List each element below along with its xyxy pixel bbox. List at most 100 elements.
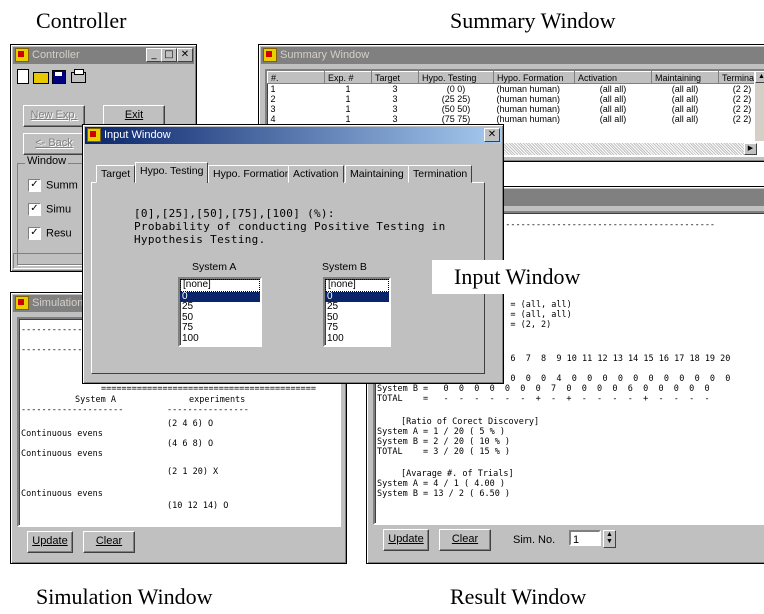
tab-maintaining[interactable]: Maintaining (345, 165, 409, 183)
list-item[interactable]: 25 (325, 301, 389, 313)
cell: (0 0) (446, 84, 466, 94)
col-header[interactable]: Maintaining (651, 71, 719, 84)
summary-titlebar: Summary Window (261, 47, 764, 64)
ratio-b: System B = 2 / 20 ( 10 % ) (377, 437, 511, 447)
sim-line: Continuous evens (21, 489, 103, 499)
tab-target[interactable]: Target (96, 165, 136, 183)
cell: (all all) (599, 114, 627, 124)
ratio-total: TOTAL = 3 / 20 ( 15 % ) (377, 447, 511, 457)
checkbox-summary[interactable]: ✓ Summ (28, 179, 78, 192)
cell: (all all) (599, 84, 627, 94)
col-header[interactable]: Hypo. Formation (493, 71, 575, 84)
sim-update-button[interactable]: Update (27, 531, 73, 553)
summary-vscrollbar[interactable]: ▲ (754, 71, 764, 141)
cell: 2 (270, 94, 276, 104)
cell: (all all) (671, 104, 699, 114)
avg-title: [Avarage #. of Trials] (401, 469, 514, 479)
cell: 3 (392, 84, 398, 94)
list-item[interactable]: [none] (180, 279, 260, 292)
list-item[interactable]: 25 (180, 301, 260, 313)
cell: 1 (270, 84, 276, 94)
sim-line: (4 6 8) O (167, 439, 214, 449)
col-header[interactable]: Exp. # (324, 71, 372, 84)
system-b-label: System B (322, 261, 367, 273)
minimize-button[interactable]: _ (146, 48, 162, 62)
cell: (all all) (671, 84, 699, 94)
app-icon (87, 128, 101, 143)
open-folder-icon[interactable] (33, 72, 49, 84)
tab-activation[interactable]: Activation (288, 165, 344, 183)
cell: (25 25) (441, 94, 471, 104)
list-item[interactable]: 75 (325, 322, 389, 334)
close-button[interactable]: ✕ (484, 128, 500, 142)
maximize-button[interactable]: □ (161, 48, 177, 62)
result-param-2: B) = (all, all) (495, 310, 572, 320)
tab-hypo-formation[interactable]: Hypo. Formation (208, 165, 296, 183)
caption-summary: Summary Window (450, 8, 616, 33)
summary-header-row: #. Exp. # Target Hypo. Testing Hypo. For… (267, 71, 764, 84)
system-a-listbox[interactable]: [none] 0 25 50 75 100 (178, 277, 262, 347)
sim-no-stepper[interactable]: ▲ ▼ (603, 530, 616, 548)
table-row[interactable]: 1 1 3 (0 0) (human human) (all all) (all all)(… (268, 84, 764, 95)
result-trial-numbers: 5 6 7 8 9 10 11 12 13 14 15 16 17 18 19 … (495, 354, 731, 364)
cell: (all all) (671, 114, 699, 124)
col-header[interactable]: Target (371, 71, 419, 84)
cell: (all all) (599, 94, 627, 104)
tab-termination[interactable]: Termination (408, 165, 473, 183)
input-description-3: Hypothesis Testing. (134, 233, 266, 246)
close-button[interactable]: ✕ (177, 48, 193, 62)
result-row-a: 0 0 0 0 4 0 0 0 0 0 0 0 0 0 0 0 (495, 374, 731, 384)
summary-title: Summary Window (280, 49, 370, 61)
list-item[interactable]: 100 (180, 333, 260, 345)
sim-line: (2 4 6) O (167, 419, 214, 429)
avg-a: System A = 4 / 1 ( 4.00 ) (377, 479, 505, 489)
list-item[interactable]: [none] (325, 279, 389, 292)
sim-clear-button[interactable]: Clear (83, 531, 135, 553)
col-header[interactable]: Hypo. Testing (418, 71, 494, 84)
result-param-1: B) = (all, all) (495, 300, 572, 310)
caption-controller: Controller (36, 8, 127, 33)
cell: 3 (392, 104, 398, 114)
sim-header-right: experiments (189, 395, 246, 405)
cell: (human human) (496, 114, 561, 124)
col-header[interactable]: Activation (574, 71, 652, 84)
ratio-a: System A = 1 / 20 ( 5 % ) (377, 427, 505, 437)
cell: (human human) (496, 84, 561, 94)
sim-equals: ========================================… (101, 384, 316, 394)
input-titlebar: Input Window (85, 127, 501, 144)
back-button[interactable]: <- Back (23, 133, 85, 155)
list-item[interactable]: 75 (180, 322, 260, 334)
sim-no-input[interactable]: 1 (569, 530, 601, 546)
cell: 4 (270, 114, 276, 124)
result-row-b: System B = 0 0 0 0 0 0 0 7 0 0 0 0 6 0 0… (377, 384, 710, 394)
window-group-label: Window (25, 155, 69, 167)
cell: (all all) (599, 104, 627, 114)
result-dashes: ----------------------------------------… (495, 220, 716, 230)
new-exp-button[interactable]: New Exp. (23, 105, 85, 127)
cell: 3 (270, 104, 276, 114)
table-row[interactable]: 2 1 3 (25 25) (human human) (all all) (all all… (268, 94, 764, 104)
sim-header-left: System A (75, 395, 116, 405)
sim-line: Continuous evens (21, 449, 103, 459)
new-file-icon[interactable] (17, 69, 29, 84)
col-header[interactable]: #. (267, 71, 325, 84)
system-b-listbox[interactable]: [none] 0 25 50 75 100 (323, 277, 391, 347)
checkbox-simulation[interactable]: ✓ Simu (28, 203, 71, 216)
ratio-title: [Ratio of Corect Discovery] (401, 417, 540, 427)
tab-hypo-testing[interactable]: Hypo. Testing (135, 162, 209, 183)
cell: 1 (345, 94, 351, 104)
input-description-2: Probability of conducting Positive Testi… (134, 220, 446, 233)
cell: (all all) (671, 94, 699, 104)
sim-dash-right: ---------------- (167, 405, 249, 415)
cell: 1 (345, 104, 351, 114)
table-row[interactable]: 4 1 3 (75 75) (human human) (all all) (all all… (268, 114, 764, 124)
simulation-title: Simulation (32, 297, 84, 309)
print-icon[interactable] (71, 69, 86, 83)
checkbox-result[interactable]: ✓ Resu (28, 227, 72, 240)
sim-line: Continuous evens (21, 429, 103, 439)
save-icon[interactable] (52, 70, 66, 84)
result-update-button[interactable]: Update (383, 529, 429, 551)
table-row[interactable]: 3 1 3 (50 50) (human human) (all all) (all all… (268, 104, 764, 114)
list-item[interactable]: 100 (325, 333, 389, 345)
result-clear-button[interactable]: Clear (439, 529, 491, 551)
